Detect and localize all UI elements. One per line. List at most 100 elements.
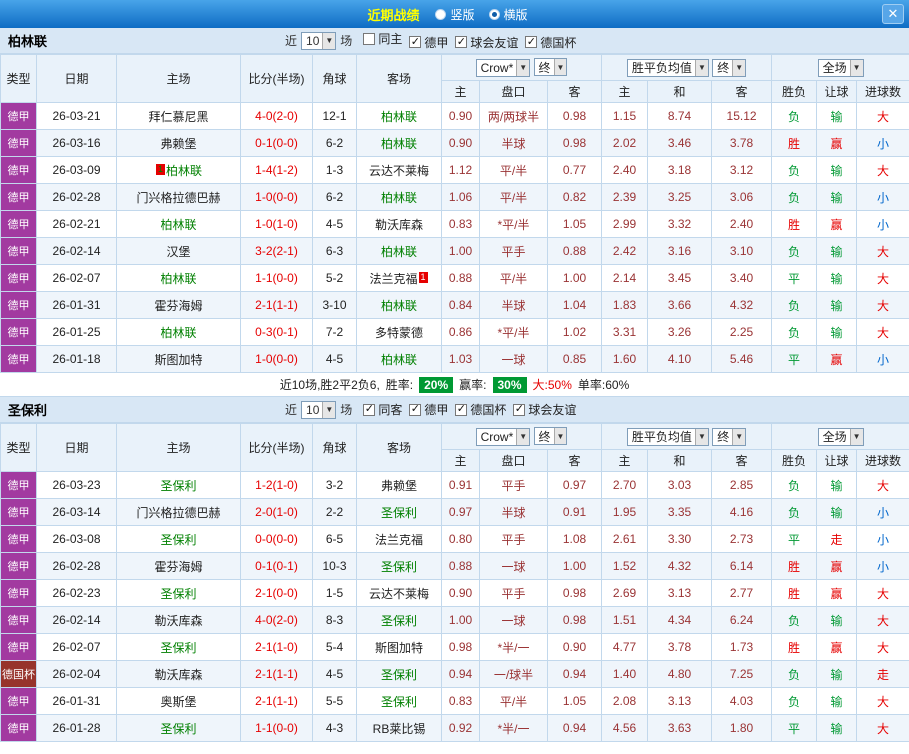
away-team[interactable]: 法兰克福 1 — [356, 264, 442, 292]
away-team-name[interactable]: 柏林联 — [381, 299, 417, 313]
scope-select[interactable]: 全场 ▼ — [817, 58, 864, 77]
home-team[interactable]: 勒沃库森 — [116, 606, 241, 634]
away-team-name[interactable]: 勒沃库森 — [375, 218, 423, 232]
home-team[interactable]: 弗赖堡 — [116, 129, 241, 157]
home-team-name[interactable]: 拜仁慕尼黑 — [148, 110, 208, 124]
home-team[interactable]: 圣保利 — [116, 579, 241, 607]
home-team[interactable]: 霍芬海姆 — [116, 552, 241, 580]
home-team[interactable]: 斯图加特 — [116, 345, 241, 373]
away-team[interactable]: 柏林联 — [356, 237, 442, 265]
checkbox-icon[interactable] — [409, 36, 422, 49]
away-team[interactable]: RB莱比锡 — [356, 714, 442, 742]
away-team-name[interactable]: 圣保利 — [381, 668, 417, 682]
checkbox-icon[interactable] — [363, 32, 376, 45]
away-team-name[interactable]: 圣保利 — [381, 614, 417, 628]
away-team-name[interactable]: 圣保利 — [381, 695, 417, 709]
home-team[interactable]: 圣保利 — [116, 633, 241, 661]
home-team[interactable]: 勒沃库森 — [116, 660, 241, 688]
away-team[interactable]: 斯图加特 — [356, 633, 442, 661]
filter-checkbox[interactable]: 同主 — [363, 30, 402, 47]
checkbox-icon[interactable] — [409, 403, 422, 416]
home-team-name[interactable]: 霍芬海姆 — [154, 299, 202, 313]
home-team[interactable]: 汉堡 — [116, 237, 241, 265]
home-team[interactable]: 1 柏林联 — [116, 156, 241, 184]
checkbox-icon[interactable] — [525, 36, 538, 49]
home-team-name[interactable]: 柏林联 — [160, 326, 196, 340]
away-team[interactable]: 圣保利 — [356, 606, 442, 634]
bookmaker-select[interactable]: Crow* ▼ — [475, 58, 531, 77]
home-team-name[interactable]: 门兴格拉德巴赫 — [136, 191, 220, 205]
avg-type-select[interactable]: 胜平负均值 ▼ — [626, 58, 709, 77]
away-team[interactable]: 柏林联 — [356, 129, 442, 157]
away-team-name[interactable]: 云达不莱梅 — [369, 587, 429, 601]
filter-checkbox[interactable]: 球会友谊 — [513, 401, 576, 418]
away-team-name[interactable]: 柏林联 — [381, 137, 417, 151]
filter-checkbox[interactable]: 德甲 — [409, 34, 448, 51]
home-team[interactable]: 圣保利 — [116, 471, 241, 499]
away-team-name[interactable]: 柏林联 — [381, 110, 417, 124]
layout-radio-vertical[interactable]: 竖版 — [435, 6, 475, 23]
home-team-name[interactable]: 圣保利 — [160, 641, 196, 655]
home-team-name[interactable]: 奥斯堡 — [160, 695, 196, 709]
away-team-name[interactable]: 弗赖堡 — [381, 479, 417, 493]
away-team[interactable]: 弗赖堡 — [356, 471, 442, 499]
away-team[interactable]: 柏林联 — [356, 291, 442, 319]
away-team[interactable]: 圣保利 — [356, 687, 442, 715]
away-team-name[interactable]: 法兰克福 — [375, 533, 423, 547]
away-team[interactable]: 柏林联 — [356, 345, 442, 373]
home-team[interactable]: 圣保利 — [116, 525, 241, 553]
away-team[interactable]: 圣保利 — [356, 552, 442, 580]
away-team-name[interactable]: 斯图加特 — [375, 641, 423, 655]
filter-checkbox[interactable]: 德甲 — [409, 401, 448, 418]
home-team[interactable]: 圣保利 — [116, 714, 241, 742]
checkbox-icon[interactable] — [455, 403, 468, 416]
filter-checkbox[interactable]: 德国杯 — [525, 34, 576, 51]
away-team-name[interactable]: 云达不莱梅 — [369, 164, 429, 178]
away-team[interactable]: 多特蒙德 — [356, 318, 442, 346]
home-team-name[interactable]: 柏林联 — [160, 218, 196, 232]
away-team-name[interactable]: 圣保利 — [381, 506, 417, 520]
close-icon[interactable]: ✕ — [882, 4, 904, 24]
filter-checkbox[interactable]: 德国杯 — [455, 401, 506, 418]
filter-checkbox[interactable]: 球会友谊 — [455, 34, 518, 51]
home-team-name[interactable]: 霍芬海姆 — [154, 560, 202, 574]
home-team-name[interactable]: 圣保利 — [160, 479, 196, 493]
away-team[interactable]: 柏林联 — [356, 183, 442, 211]
away-team-name[interactable]: RB莱比锡 — [373, 722, 426, 736]
home-team[interactable]: 霍芬海姆 — [116, 291, 241, 319]
handicap-time-select[interactable]: 终 ▼ — [533, 58, 568, 77]
home-team[interactable]: 奥斯堡 — [116, 687, 241, 715]
radio-icon[interactable] — [435, 8, 447, 20]
home-team[interactable]: 柏林联 — [116, 210, 241, 238]
match-count-select[interactable]: 10 ▼ — [301, 31, 337, 50]
away-team[interactable]: 云达不莱梅 — [356, 156, 442, 184]
home-team[interactable]: 门兴格拉德巴赫 — [116, 498, 241, 526]
bookmaker-select[interactable]: Crow* ▼ — [475, 427, 531, 446]
scope-select[interactable]: 全场 ▼ — [817, 427, 864, 446]
filter-checkbox[interactable]: 同客 — [363, 401, 402, 418]
home-team-name[interactable]: 柏林联 — [166, 164, 202, 178]
home-team-name[interactable]: 勒沃库森 — [154, 614, 202, 628]
home-team-name[interactable]: 柏林联 — [160, 272, 196, 286]
home-team-name[interactable]: 勒沃库森 — [154, 668, 202, 682]
radio-checked-icon[interactable] — [488, 8, 500, 20]
home-team[interactable]: 柏林联 — [116, 318, 241, 346]
away-team-name[interactable]: 柏林联 — [381, 353, 417, 367]
away-team-name[interactable]: 多特蒙德 — [375, 326, 423, 340]
avg-time-select[interactable]: 终 ▼ — [712, 58, 747, 77]
home-team-name[interactable]: 门兴格拉德巴赫 — [136, 506, 220, 520]
home-team[interactable]: 门兴格拉德巴赫 — [116, 183, 241, 211]
avg-time-select[interactable]: 终 ▼ — [712, 427, 747, 446]
away-team[interactable]: 云达不莱梅 — [356, 579, 442, 607]
away-team-name[interactable]: 柏林联 — [381, 245, 417, 259]
away-team[interactable]: 勒沃库森 — [356, 210, 442, 238]
home-team-name[interactable]: 汉堡 — [166, 245, 190, 259]
away-team-name[interactable]: 柏林联 — [381, 191, 417, 205]
home-team-name[interactable]: 斯图加特 — [154, 353, 202, 367]
home-team-name[interactable]: 圣保利 — [160, 587, 196, 601]
layout-radio-horizontal[interactable]: 横版 — [488, 6, 528, 23]
away-team[interactable]: 圣保利 — [356, 660, 442, 688]
handicap-time-select[interactable]: 终 ▼ — [533, 427, 568, 446]
home-team[interactable]: 拜仁慕尼黑 — [116, 102, 241, 130]
checkbox-icon[interactable] — [455, 36, 468, 49]
